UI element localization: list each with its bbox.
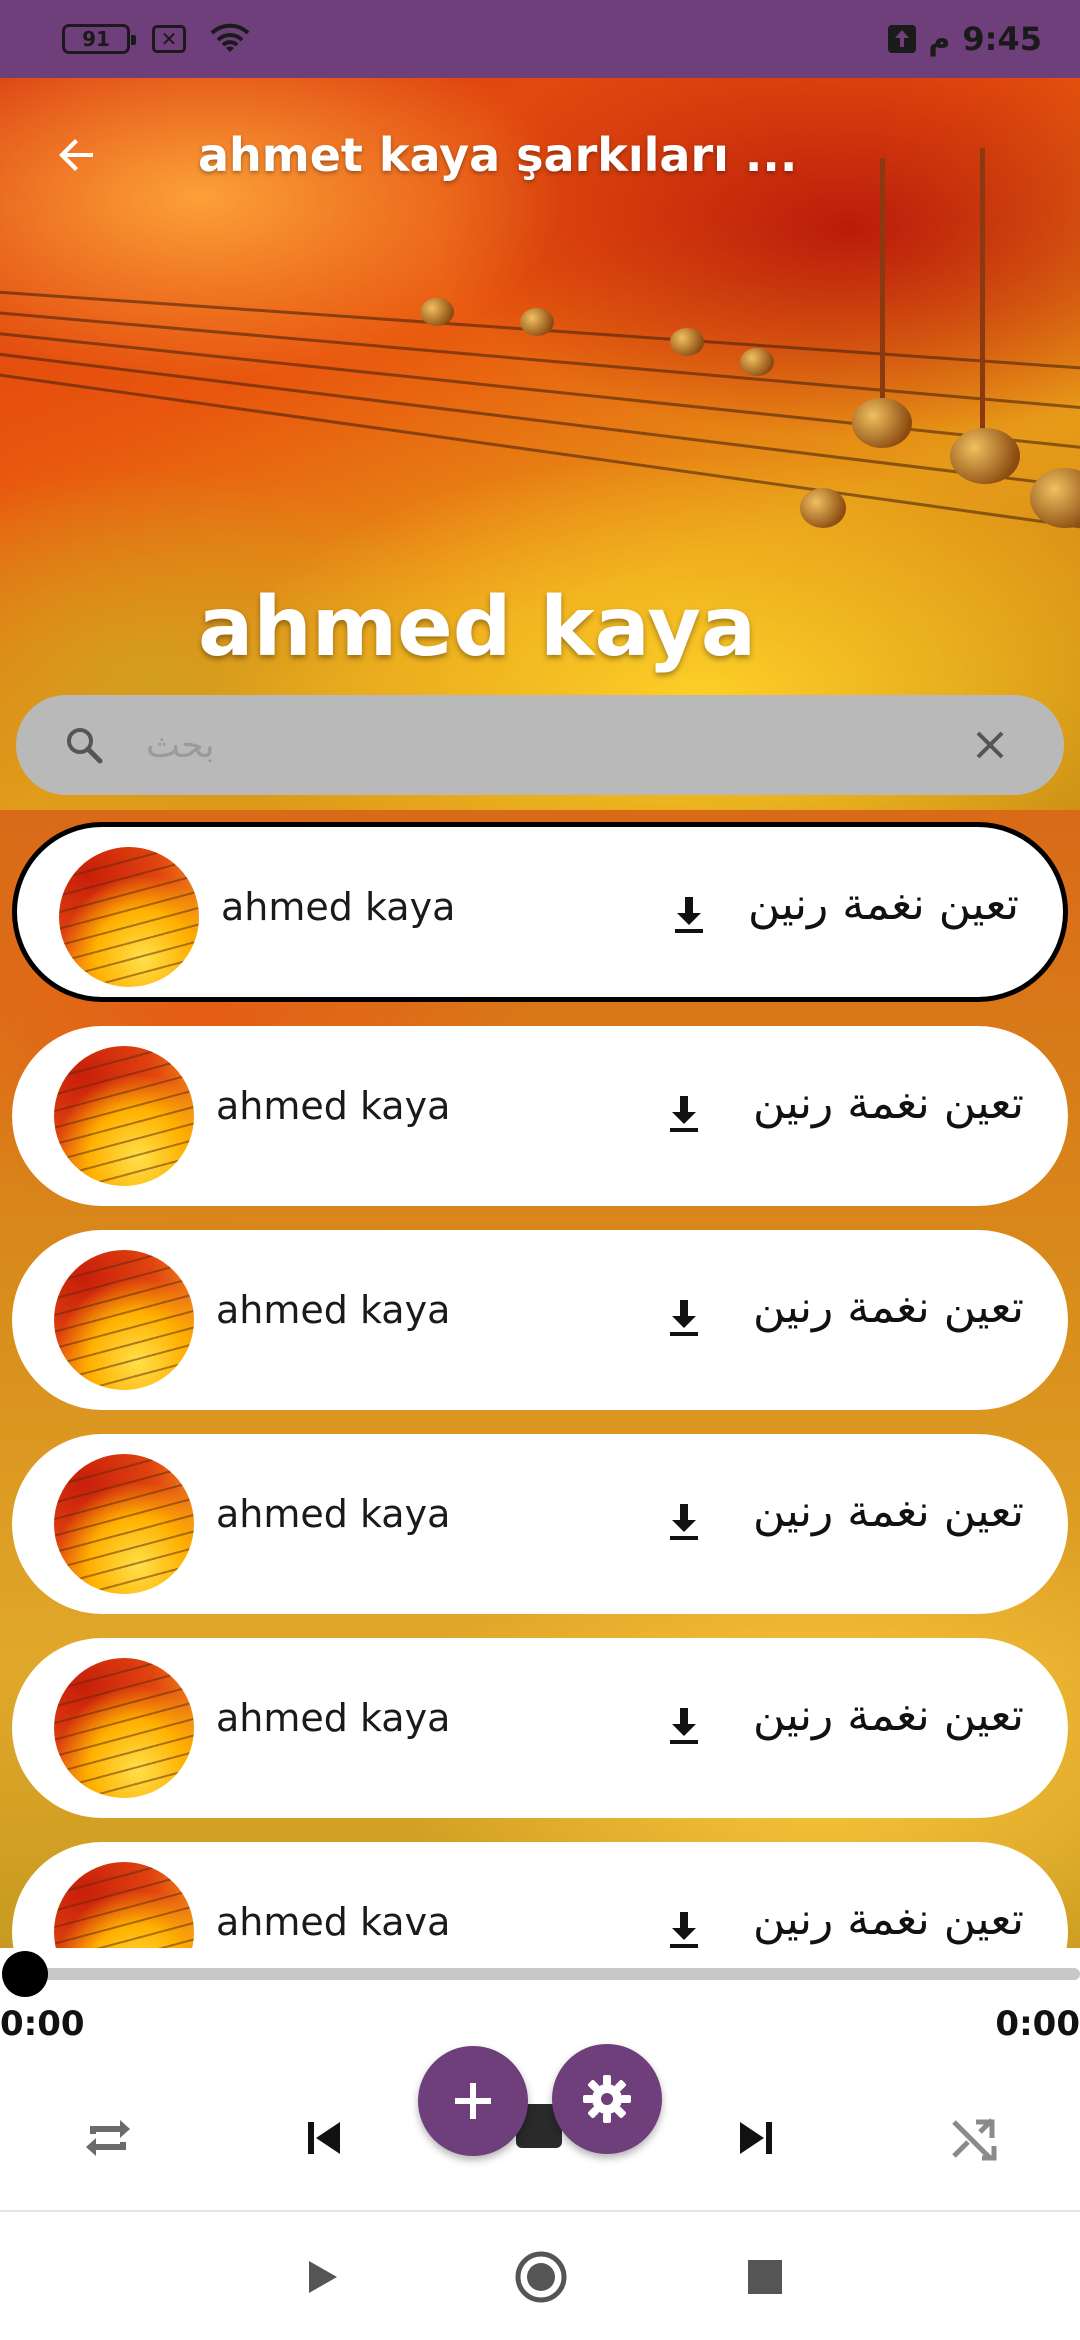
download-icon[interactable] — [660, 1906, 708, 1948]
list-item[interactable]: ahmed kaya تعين نغمة رنين — [12, 822, 1068, 1002]
close-icon[interactable] — [966, 721, 1014, 769]
seek-thumb[interactable] — [2, 1951, 48, 1997]
sim-off-icon: ✕ — [152, 25, 186, 53]
square-icon — [748, 2260, 782, 2294]
settings-button[interactable] — [552, 2044, 662, 2154]
song-thumbnail — [54, 1658, 194, 1798]
song-thumbnail — [54, 1454, 194, 1594]
song-thumbnail — [54, 1862, 194, 1948]
status-left: 91 ✕ — [62, 0, 252, 78]
download-icon[interactable] — [665, 891, 713, 939]
note-head — [852, 398, 912, 448]
song-list: ahmed kaya تعين نغمة رنين ahmed kaya تعي… — [0, 810, 1080, 1948]
nav-back-button[interactable] — [286, 2242, 356, 2312]
set-ringtone-button[interactable]: تعين نغمة رنين — [753, 1282, 1024, 1333]
set-ringtone-button[interactable]: تعين نغمة رنين — [753, 1894, 1024, 1945]
note-head — [520, 308, 554, 336]
set-ringtone-button[interactable]: تعين نغمة رنين — [753, 1690, 1024, 1741]
song-thumbnail — [59, 847, 199, 987]
list-item[interactable]: ahmed kaya تعين نغمة رنين — [12, 1638, 1068, 1818]
download-icon[interactable] — [660, 1702, 708, 1750]
staff-line — [0, 348, 1080, 498]
total-time: 0:00 — [995, 2004, 1080, 2044]
battery-icon: 91 — [62, 24, 136, 54]
song-title: ahmed kaya — [216, 1084, 451, 1128]
back-button[interactable] — [48, 126, 106, 184]
home-circle-icon — [515, 2251, 567, 2303]
elapsed-time: 0:00 — [0, 2004, 85, 2044]
arrow-left-icon — [59, 139, 93, 171]
system-navigation-bar — [0, 2210, 1080, 2340]
previous-button[interactable] — [288, 2102, 360, 2174]
nav-recents-button[interactable] — [730, 2242, 800, 2312]
seek-bar[interactable] — [2, 1951, 1080, 1997]
status-right: م 9:45 — [888, 0, 1042, 78]
nav-home-button[interactable] — [506, 2242, 576, 2312]
search-input[interactable] — [146, 717, 986, 773]
add-button[interactable] — [418, 2046, 528, 2156]
skip-previous-icon — [308, 2122, 340, 2154]
note-head — [950, 428, 1020, 484]
list-item[interactable]: ahmed kaya تعين نغمة رنين — [12, 1434, 1068, 1614]
list-item[interactable]: ahmed kava تعين نغمة رنين — [12, 1842, 1068, 1948]
note-stem — [980, 148, 985, 448]
next-button[interactable] — [720, 2102, 792, 2174]
player-panel: 0:00 0:00 — [0, 1948, 1080, 2210]
repeat-icon — [86, 2120, 130, 2156]
settings-icon — [583, 2075, 631, 2123]
status-bar: 91 ✕ م 9:45 — [0, 0, 1080, 78]
search-icon — [67, 728, 103, 764]
song-thumbnail — [54, 1046, 194, 1186]
song-title: ahmed kaya — [221, 885, 456, 929]
note-head — [800, 488, 846, 528]
time-ampm: م — [928, 21, 951, 57]
search-bar — [16, 695, 1064, 795]
wifi-icon — [210, 23, 250, 52]
toolbar-title: ahmet kaya şarkıları ... — [198, 128, 798, 182]
upload-notification-icon — [888, 25, 917, 53]
shuffle-button[interactable] — [938, 2102, 1010, 2174]
list-item[interactable]: ahmed kaya تعين نغمة رنين — [12, 1230, 1068, 1410]
repeat-button[interactable] — [72, 2102, 144, 2174]
play-triangle-icon — [309, 2261, 337, 2293]
note-stem — [880, 158, 885, 418]
download-icon[interactable] — [660, 1498, 708, 1546]
note-head — [670, 328, 704, 356]
song-thumbnail — [54, 1250, 194, 1390]
shuffle-icon — [952, 2118, 997, 2161]
list-item[interactable]: ahmed kaya تعين نغمة رنين — [12, 1026, 1068, 1206]
set-ringtone-button[interactable]: تعين نغمة رنين — [748, 879, 1019, 930]
note-head — [420, 298, 454, 326]
song-title: ahmed kaya — [216, 1288, 451, 1332]
download-icon[interactable] — [660, 1090, 708, 1138]
song-title: ahmed kaya — [216, 1696, 451, 1740]
set-ringtone-button[interactable]: تعين نغمة رنين — [753, 1486, 1024, 1537]
hero-title: ahmed kaya — [198, 580, 757, 675]
song-title: ahmed kaya — [216, 1492, 451, 1536]
clock: 9:45 — [962, 20, 1042, 58]
song-title: ahmed kava — [216, 1900, 451, 1944]
add-icon — [455, 2083, 491, 2119]
set-ringtone-button[interactable]: تعين نغمة رنين — [753, 1078, 1024, 1129]
download-icon[interactable] — [660, 1294, 708, 1342]
skip-next-icon — [740, 2122, 772, 2154]
note-head — [740, 348, 774, 376]
